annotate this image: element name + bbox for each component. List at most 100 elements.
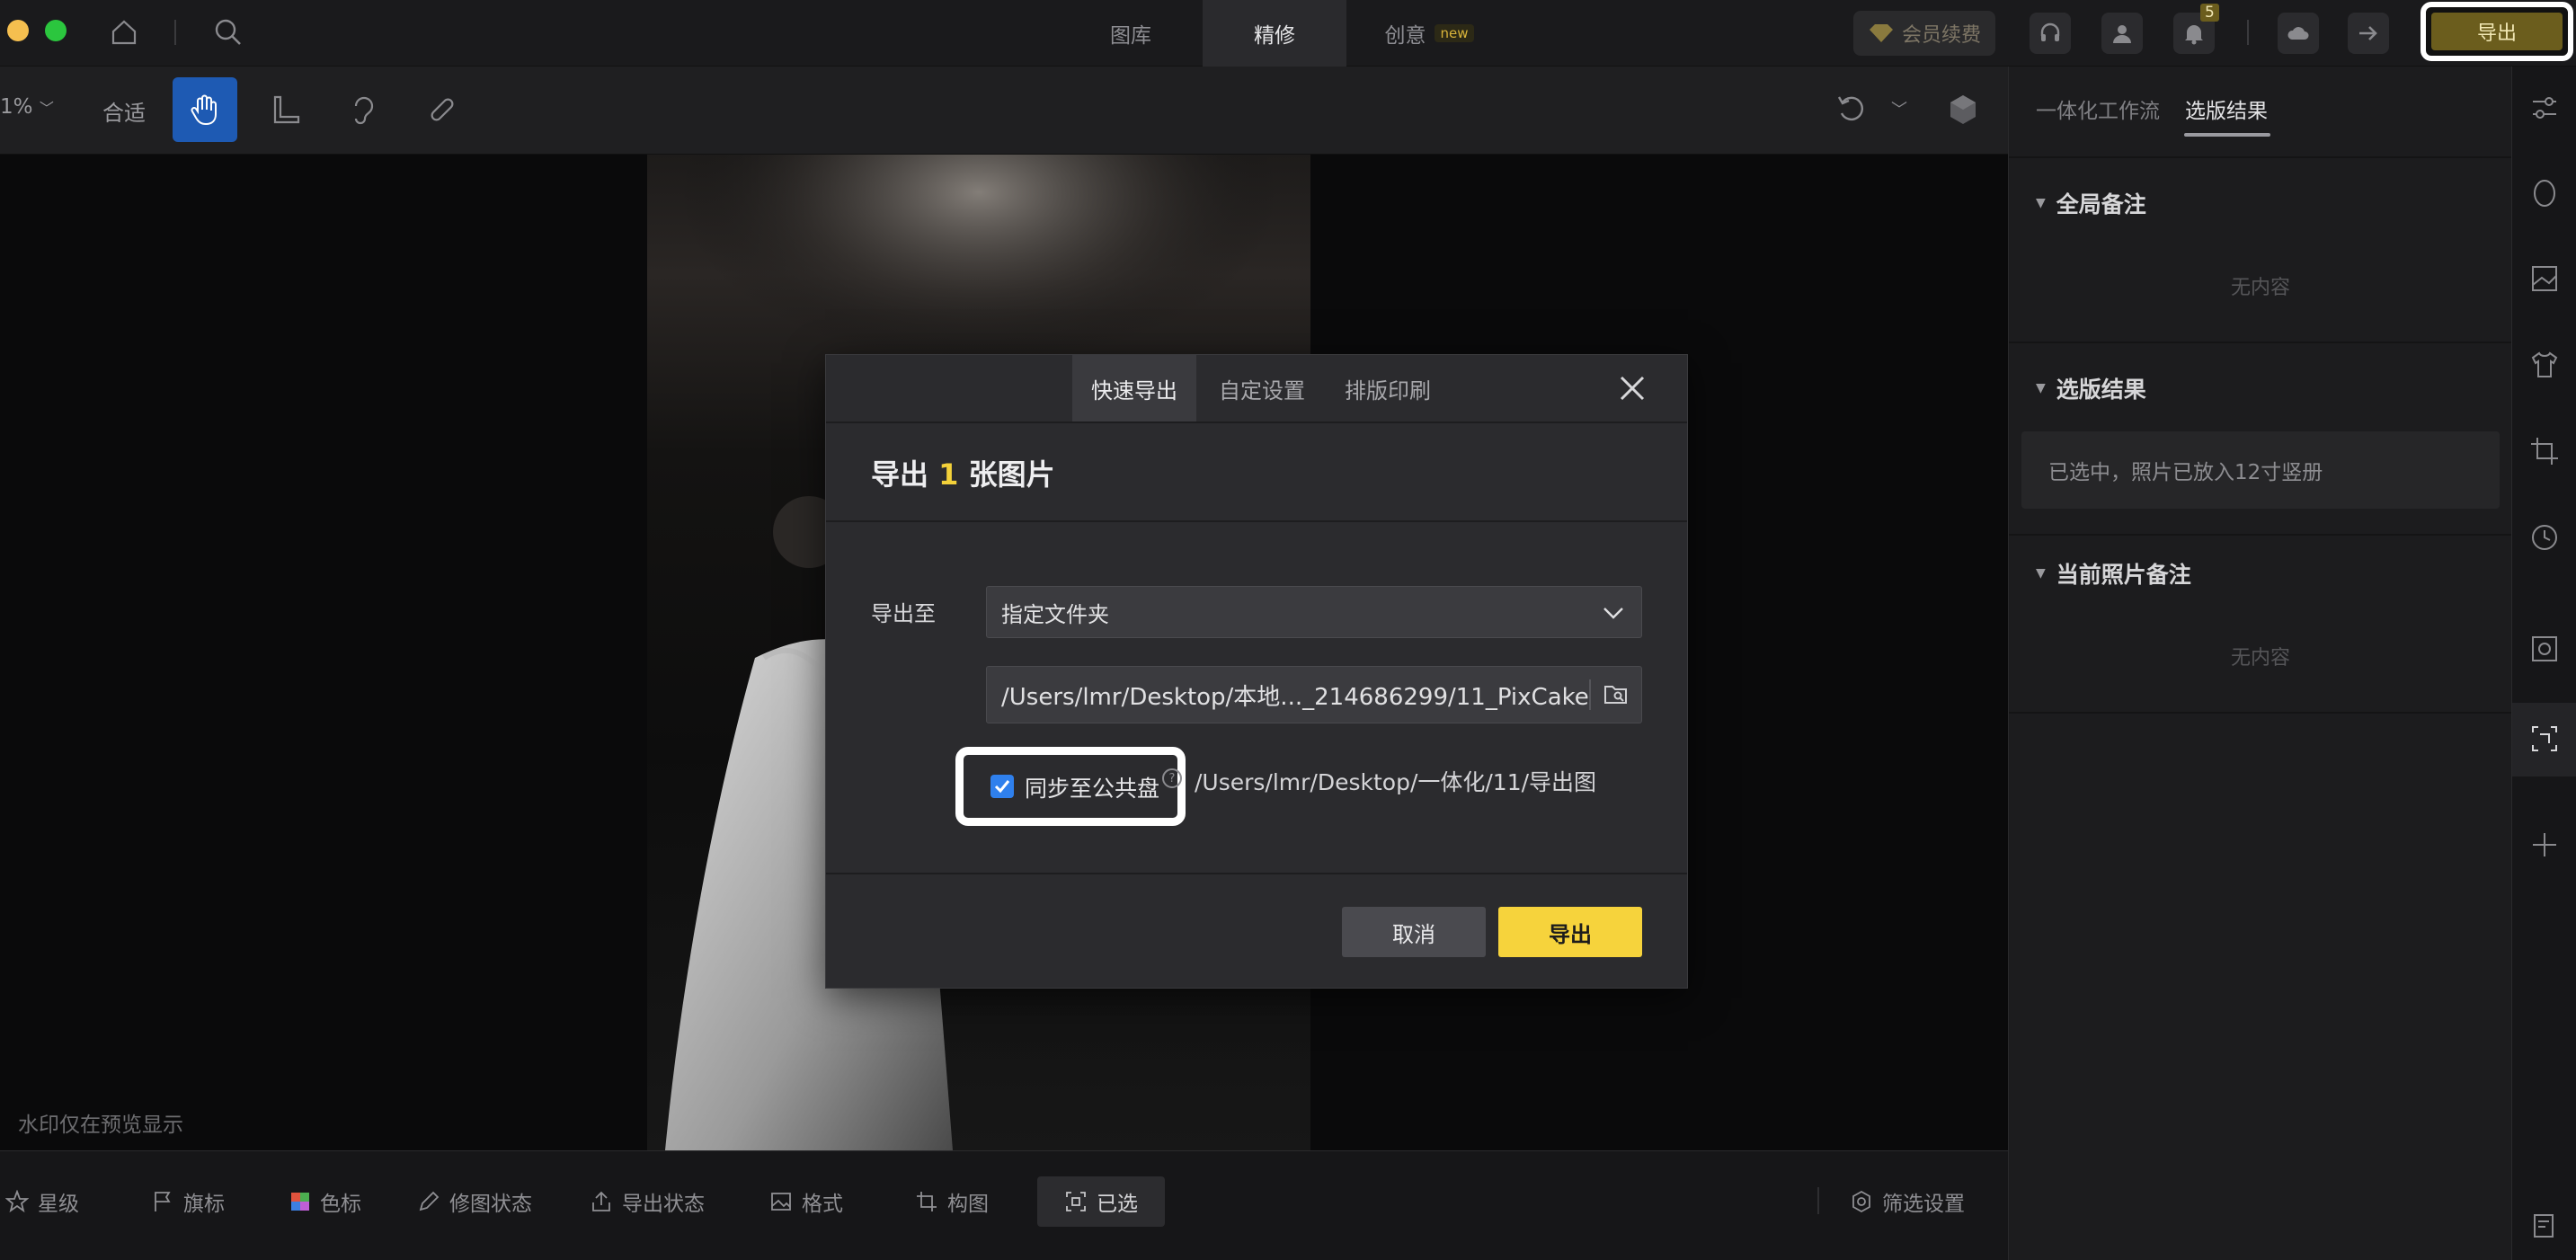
- filter-composition[interactable]: 构图: [915, 1176, 989, 1227]
- arrow-right-icon: [2359, 26, 2377, 40]
- checkmark-icon: [994, 780, 1010, 794]
- sync-path: /Users/lmr/Desktop/一体化/11/导出图: [1195, 769, 1597, 795]
- liquify-tool[interactable]: [331, 77, 395, 142]
- cloud-button[interactable]: [2278, 13, 2319, 54]
- selection-icon[interactable]: [2527, 721, 2563, 757]
- panel-divider: [2009, 342, 2512, 343]
- filter-settings-button[interactable]: 筛选设置: [1850, 1176, 1965, 1227]
- filter-label: 星级: [38, 1193, 79, 1216]
- sliders-icon[interactable]: [2527, 90, 2563, 126]
- folder-search-icon[interactable]: [1603, 683, 1629, 706]
- mask-icon[interactable]: [2527, 631, 2563, 667]
- support-button[interactable]: [2030, 13, 2071, 54]
- filter-format[interactable]: 格式: [769, 1176, 843, 1227]
- sync-label[interactable]: 同步至公共盘: [1025, 771, 1159, 803]
- cloud-icon: [2287, 27, 2309, 40]
- top-bar: 图库 精修 创意 new 会员续费 5 导出: [0, 0, 2576, 67]
- dialog-divider: [826, 520, 1687, 522]
- upload-icon: [592, 1191, 610, 1211]
- export-button[interactable]: 导出: [2431, 13, 2563, 50]
- home-icon[interactable]: [104, 13, 144, 52]
- export-path-field[interactable]: /Users/lmr/Desktop/本地..._214686299/11_Pi…: [986, 666, 1642, 723]
- close-icon[interactable]: [1613, 369, 1651, 407]
- user-icon: [2113, 25, 2131, 43]
- tab-layout-print[interactable]: 排版印刷: [1326, 355, 1450, 421]
- zoom-select[interactable]: 1% ﹀: [0, 95, 54, 119]
- export-button-highlight: 导出: [2421, 2, 2573, 61]
- selection-result-text: 已选中，照片已放入12寸竖册: [2048, 461, 2323, 484]
- caret-down-icon: ▼: [2036, 196, 2046, 210]
- hand-icon: [191, 94, 217, 126]
- filter-label: 旗标: [183, 1193, 225, 1216]
- tab-integrated-workflow[interactable]: 一体化工作流: [2036, 93, 2160, 124]
- bell-icon: [2185, 25, 2203, 45]
- undo-icon: [1837, 96, 1864, 121]
- section-current-photo-notes[interactable]: ▼ 当前照片备注: [2036, 557, 2191, 590]
- cancel-button[interactable]: 取消: [1342, 907, 1486, 957]
- plus-icon[interactable]: [2527, 827, 2563, 863]
- preset-button[interactable]: [1931, 77, 1995, 142]
- filter-flag[interactable]: 旗标: [151, 1176, 225, 1227]
- filter-label: 构图: [947, 1193, 989, 1216]
- cube-icon: [1950, 95, 1976, 124]
- title-prefix: 导出: [871, 457, 929, 492]
- section-global-notes[interactable]: ▼ 全局备注: [2036, 187, 2146, 219]
- flag-icon: [155, 1192, 171, 1211]
- history-icon[interactable]: [2527, 519, 2563, 555]
- clothing-icon[interactable]: [2527, 347, 2563, 383]
- tab-library[interactable]: 图库: [1061, 0, 1201, 67]
- destination-select[interactable]: 指定文件夹: [986, 586, 1642, 638]
- notifications-button[interactable]: 5: [2173, 4, 2219, 54]
- dialog-divider: [826, 873, 1687, 874]
- ruler-tool[interactable]: [253, 77, 318, 142]
- section-title: 全局备注: [2056, 191, 2146, 217]
- image-adjust-icon[interactable]: [2527, 261, 2563, 297]
- filter-rating[interactable]: 星级: [5, 1176, 79, 1227]
- tab-custom-settings[interactable]: 自定设置: [1200, 355, 1324, 421]
- diamond-icon: [1869, 24, 1893, 42]
- section-selection-result[interactable]: ▼ 选版结果: [2036, 372, 2146, 404]
- chevron-down-icon: [1603, 608, 1623, 619]
- filter-label: 色标: [320, 1193, 361, 1216]
- info-icon[interactable]: ?: [1162, 768, 1182, 788]
- tab-selection-result[interactable]: 选版结果: [2185, 93, 2268, 124]
- chevron-down-icon[interactable]: ﹀: [1891, 97, 1907, 120]
- share-button[interactable]: [2348, 13, 2389, 54]
- tab-quick-export[interactable]: 快速导出: [1072, 355, 1196, 421]
- filter-selected[interactable]: 已选: [1037, 1176, 1165, 1227]
- title-suffix: 张图片: [968, 457, 1055, 492]
- tab-retouch[interactable]: 精修: [1203, 0, 1346, 67]
- panel-divider: [2009, 712, 2512, 714]
- crop-icon[interactable]: [2527, 433, 2563, 469]
- toolbar-divider: [2247, 20, 2249, 45]
- filter-label: 导出状态: [622, 1193, 705, 1216]
- export-dialog: 快速导出 自定设置 排版印刷 导出 1 张图片 导出至 指定文件夹 /Users…: [825, 354, 1688, 989]
- caret-down-icon: ▼: [2036, 566, 2046, 581]
- image-icon: [771, 1193, 791, 1211]
- face-icon[interactable]: [2527, 176, 2563, 212]
- account-button[interactable]: [2101, 13, 2143, 54]
- window-minimize-button[interactable]: [7, 20, 29, 41]
- hand-tool[interactable]: [173, 77, 237, 142]
- undo-button[interactable]: [1819, 77, 1884, 142]
- section-title: 当前照片备注: [2056, 562, 2191, 588]
- confirm-export-button[interactable]: 导出: [1498, 907, 1642, 957]
- note-icon[interactable]: [2527, 1208, 2563, 1244]
- selection-result-card: 已选中，照片已放入12寸竖册: [2021, 431, 2500, 509]
- search-icon[interactable]: [209, 13, 248, 52]
- heal-tool[interactable]: [410, 77, 475, 142]
- filter-edit-status[interactable]: 修图状态: [417, 1176, 532, 1227]
- tab-creative[interactable]: 创意 new: [1348, 0, 1510, 67]
- sync-checkbox[interactable]: [990, 775, 1014, 798]
- window-zoom-button[interactable]: [45, 20, 67, 41]
- filter-settings-label: 筛选设置: [1882, 1193, 1965, 1216]
- dialog-title: 导出 1 张图片: [871, 452, 1055, 493]
- filter-export-status[interactable]: 导出状态: [590, 1176, 705, 1227]
- watermark-note: 水印仅在预览显示: [18, 1114, 183, 1137]
- global-notes-empty: 无内容: [2230, 277, 2290, 299]
- headset-icon: [2040, 22, 2060, 41]
- vip-renew-button[interactable]: 会员续费: [1853, 11, 1995, 56]
- fit-button[interactable]: 合适: [102, 95, 146, 127]
- filter-color[interactable]: 色标: [289, 1176, 361, 1227]
- export-count: 1: [938, 457, 959, 492]
